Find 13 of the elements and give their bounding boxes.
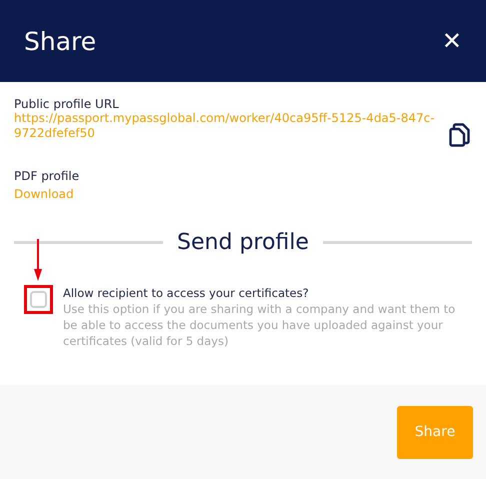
copy-icon[interactable]: [448, 123, 470, 147]
url-label: Public profile URL: [14, 97, 120, 111]
close-button[interactable]: ✕: [442, 27, 462, 55]
dialog-title: Share: [24, 26, 96, 56]
section-title: Send profile: [177, 230, 309, 255]
checkbox[interactable]: [30, 291, 47, 308]
pdf-label: PDF profile: [14, 169, 80, 183]
profile-link[interactable]: https://passport.mypassglobal.com/worker/40ca95ff-5125-4da5-847c-9722dfefef50: [14, 111, 439, 141]
download-link[interactable]: Download: [14, 187, 74, 201]
option-description: Use this option if you are sharing with a company and want them to be able to access the documents you have uploaded against your certificates (valid for 5 days): [63, 301, 456, 349]
option-label: Allow recipient to access your certificates?: [63, 285, 310, 301]
annotation-arrow: [34, 239, 42, 281]
share-button[interactable]: Share: [397, 406, 473, 458]
